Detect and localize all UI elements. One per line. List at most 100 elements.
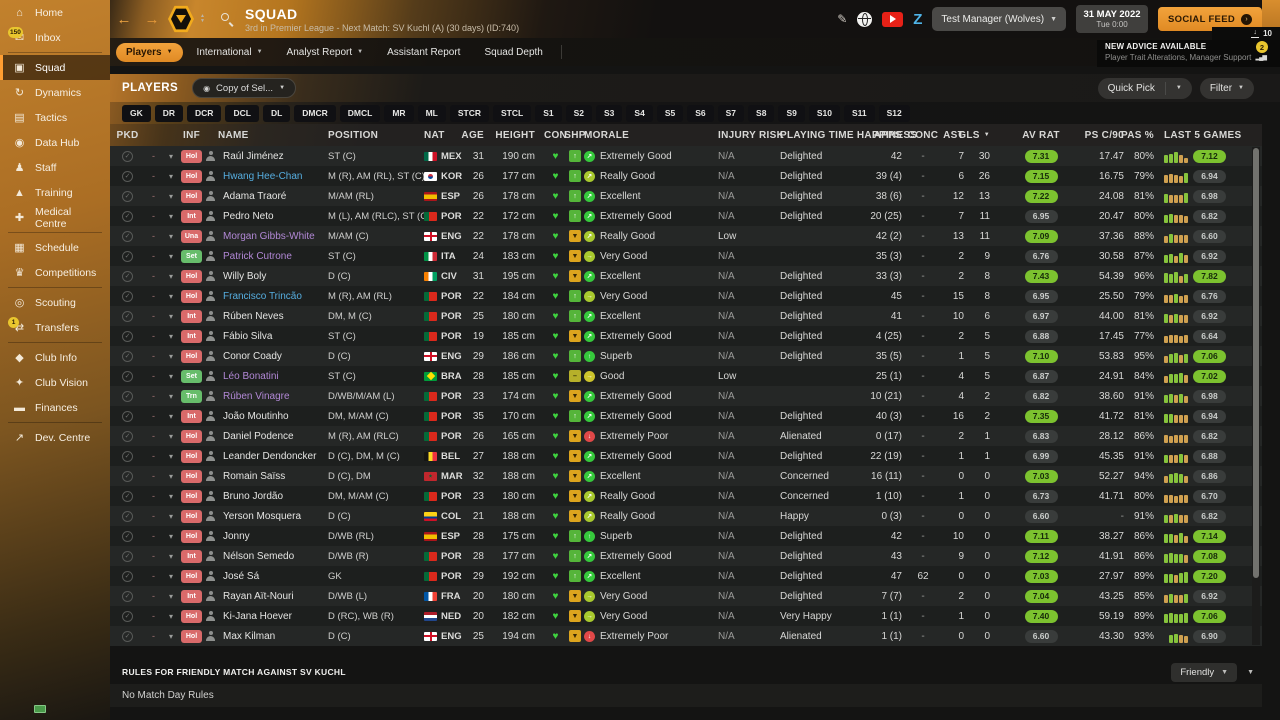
info-badge[interactable]: Int (181, 309, 204, 325)
col-header-name[interactable]: NAME (218, 124, 328, 146)
picked-check-icon[interactable]: ✓ (122, 190, 133, 202)
row-expand-chevron[interactable]: ▾ (169, 512, 173, 521)
forward-button[interactable]: → (138, 11, 166, 28)
tab-international[interactable]: International ▼ (187, 43, 273, 62)
position-chip-s6[interactable]: S6 (687, 104, 714, 122)
row-expand-chevron[interactable]: ▾ (169, 152, 173, 161)
picked-check-icon[interactable]: ✓ (122, 530, 133, 542)
row-expand-chevron[interactable]: ▾ (169, 352, 173, 361)
picked-check-icon[interactable]: ✓ (122, 590, 133, 602)
table-row[interactable]: ✓ - ▾ Hol Adama Traoré M/AM (RL) ESP 26 178 cm ♥ ↑… (110, 186, 1262, 206)
picked-check-icon[interactable]: ✓ (122, 430, 133, 442)
picked-check-icon[interactable]: ✓ (122, 310, 133, 322)
table-row[interactable]: ✓ - ▾ Hol Francisco Trincão M (R), AM (RL) POR… (110, 286, 1262, 306)
info-badge[interactable]: Int (181, 549, 204, 565)
picked-check-icon[interactable]: ✓ (122, 550, 133, 562)
info-badge[interactable]: Hol (181, 609, 204, 625)
position-chip-dcl[interactable]: DCL (225, 104, 259, 122)
player-name[interactable]: Leander Dendoncker (223, 451, 316, 462)
player-name[interactable]: Nélson Semedo (223, 551, 294, 562)
col-header-pkd[interactable]: PKD (110, 124, 145, 146)
info-badge[interactable]: Int (181, 329, 204, 345)
table-row[interactable]: ✓ - ▾ Hol Willy Boly D (C) CIV 31 195 cm ♥ ▼ ↗ Excel… (110, 266, 1262, 286)
position-chip-stcr[interactable]: STCR (449, 104, 489, 122)
table-row[interactable]: ✓ - ▾ Hol José Sá GK POR 29 192 cm ♥ ↑ ↗ Excellent N/… (110, 566, 1262, 586)
col-header-apps[interactable]: APPS (868, 124, 908, 146)
info-badge[interactable]: Hol (181, 189, 204, 205)
info-badge[interactable]: Hol (181, 169, 204, 185)
position-chip-dl[interactable]: DL (262, 104, 291, 122)
col-header-av-rat[interactable]: AV RAT (990, 124, 1092, 146)
player-name[interactable]: Léo Bonatini (223, 371, 279, 382)
position-chip-dr[interactable]: DR (154, 104, 184, 122)
tab-analyst-report[interactable]: Analyst Report ▼ (277, 43, 374, 62)
player-name[interactable]: Bruno Jordão (223, 491, 283, 502)
position-chip-s10[interactable]: S10 (808, 104, 840, 122)
row-expand-chevron[interactable]: ▾ (169, 312, 173, 321)
player-name[interactable]: Yerson Mosquera (223, 511, 301, 522)
row-expand-chevron[interactable]: ▾ (169, 612, 173, 621)
picked-check-icon[interactable]: ✓ (122, 510, 133, 522)
table-row[interactable]: ✓ - ▾ Int Pedro Neto M (L), AM (RLC), ST (C) P… (110, 206, 1262, 226)
position-chip-dmcr[interactable]: DMCR (294, 104, 336, 122)
info-badge[interactable]: Trn (181, 389, 202, 403)
table-row[interactable]: ✓ - ▾ Hol Ki-Jana Hoever D (RC), WB (R) NED 20 1… (110, 606, 1262, 626)
row-expand-chevron[interactable]: ▾ (169, 292, 173, 301)
sidebar-item-data-hub[interactable]: ◉ Data Hub (0, 130, 110, 155)
picked-check-icon[interactable]: ✓ (122, 210, 133, 222)
position-chip-dmcl[interactable]: DMCL (339, 104, 381, 122)
picked-check-icon[interactable]: ✓ (122, 610, 133, 622)
tab-assistant-report[interactable]: Assistant Report (377, 43, 470, 62)
sidebar-item-staff[interactable]: ♟ Staff (0, 155, 110, 180)
player-name[interactable]: Morgan Gibbs-White (223, 231, 315, 242)
row-expand-chevron[interactable]: ▾ (169, 532, 173, 541)
sidebar-item-squad[interactable]: ▣ Squad (0, 55, 110, 80)
info-badge[interactable]: Hol (181, 469, 204, 485)
picked-check-icon[interactable]: ✓ (122, 450, 133, 462)
col-header-last-5-games[interactable]: LAST 5 GAMES (1158, 124, 1252, 146)
club-crest-icon[interactable] (168, 5, 194, 33)
table-row[interactable]: ✓ - ▾ Hol Leander Dendoncker D (C), DM, M (C)… (110, 446, 1262, 466)
table-row[interactable]: ✓ - ▾ Int Rayan Aït-Nouri D/WB (L) FRA 20 180 cm… (110, 586, 1262, 606)
player-name[interactable]: Patrick Cutrone (223, 251, 292, 262)
player-name[interactable]: Ki-Jana Hoever (223, 611, 292, 622)
picked-check-icon[interactable]: ✓ (122, 390, 133, 402)
row-expand-chevron[interactable]: ▾ (169, 412, 173, 421)
player-name[interactable]: Raúl Jiménez (223, 151, 284, 162)
table-row[interactable]: ✓ - ▾ Set Léo Bonatini ST (C) BRA 28 185 cm ♥ – → Go… (110, 366, 1262, 386)
col-header-inf[interactable]: INF (180, 124, 203, 146)
downloads-indicator[interactable]: ↓ 10 (1212, 27, 1280, 40)
picked-check-icon[interactable]: ✓ (122, 270, 133, 282)
info-badge[interactable]: Hol (181, 289, 204, 305)
quick-pick-button[interactable]: Quick Pick ▼ (1097, 77, 1192, 99)
col-header-con[interactable]: CON (544, 124, 567, 146)
position-chip-s3[interactable]: S3 (596, 104, 623, 122)
info-badge[interactable]: Int (181, 209, 204, 225)
col-header-morale[interactable]: MORALE (584, 124, 718, 146)
row-expand-chevron[interactable]: ▾ (169, 592, 173, 601)
advice-panel[interactable]: NEW ADVICE AVAILABLE Player Trait Altera… (1097, 40, 1280, 67)
row-expand-chevron[interactable]: ▾ (169, 432, 173, 441)
picked-check-icon[interactable]: ✓ (122, 410, 133, 422)
row-expand-chevron[interactable]: ▾ (169, 572, 173, 581)
col-header-gls[interactable]: GLS ▼ (958, 124, 990, 146)
position-chip-s11[interactable]: S11 (843, 104, 875, 122)
position-chip-s2[interactable]: S2 (565, 104, 593, 122)
picked-check-icon[interactable]: ✓ (122, 250, 133, 262)
picked-check-icon[interactable]: ✓ (122, 330, 133, 342)
player-name[interactable]: Fábio Silva (223, 331, 272, 342)
sidebar-item-home[interactable]: ⌂ Home (0, 0, 110, 25)
info-badge[interactable]: Hol (181, 489, 204, 505)
col-header-age[interactable]: AGE (461, 124, 488, 146)
col-header-shp[interactable]: SHP (564, 124, 585, 146)
position-chip-s4[interactable]: S4 (626, 104, 653, 122)
info-badge[interactable]: Hol (181, 429, 204, 445)
player-name[interactable]: Rayan Aït-Nouri (223, 591, 294, 602)
position-chip-gk[interactable]: GK (122, 104, 151, 122)
table-row[interactable]: ✓ - ▾ Hol Raúl Jiménez ST (C) MEX 31 190 cm ♥ ↑ ↗ Ex… (110, 146, 1262, 166)
scrollbar-thumb[interactable] (1253, 148, 1259, 578)
table-row[interactable]: ✓ - ▾ Una Morgan Gibbs-White M/AM (C) ENG 22 178… (110, 226, 1262, 246)
player-name[interactable]: Romain Saïss (223, 471, 285, 482)
player-name[interactable]: Daniel Podence (223, 431, 294, 442)
col-header-conc[interactable]: CONC (908, 124, 938, 146)
